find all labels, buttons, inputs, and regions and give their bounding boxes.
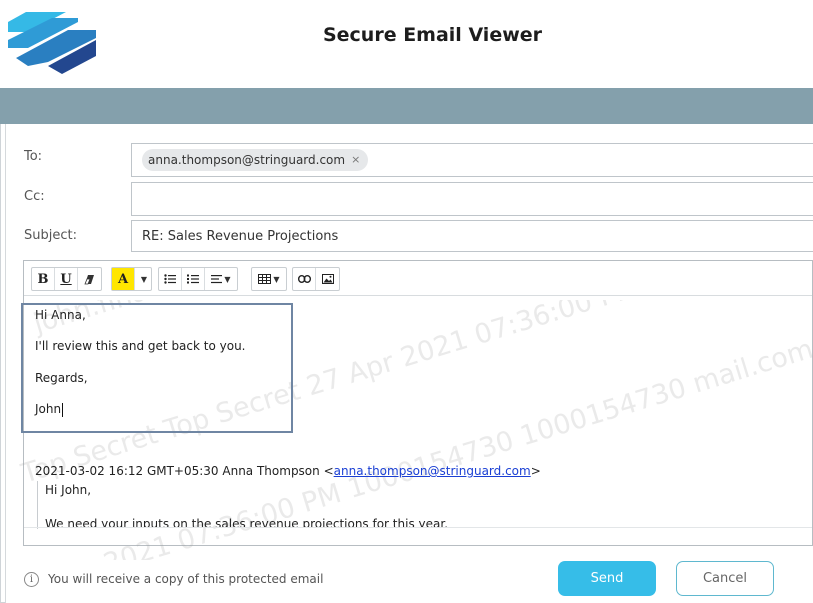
quoted-line: We need your inputs on the sales revenue… xyxy=(45,517,449,527)
to-label: To: xyxy=(24,149,43,164)
format-group: B U xyxy=(31,267,102,291)
bold-button[interactable]: B xyxy=(32,268,55,290)
text-cursor xyxy=(62,402,64,417)
quoted-clip: We need your inputs on the sales revenue… xyxy=(24,512,812,527)
quoted-header-suffix: > xyxy=(530,464,541,478)
highlight-dropdown-icon[interactable]: ▼ xyxy=(135,268,151,290)
quoted-sender-link[interactable]: anna.thompson@stringuard.com xyxy=(334,464,531,478)
list-group: ▼ xyxy=(158,267,238,291)
body-regards: Regards, xyxy=(35,371,88,385)
to-field[interactable]: anna.thompson@stringuard.com × xyxy=(131,143,813,177)
recipient-email: anna.thompson@stringuard.com xyxy=(148,153,346,167)
numbered-list-button[interactable] xyxy=(182,268,205,290)
app-header: Secure Email Viewer xyxy=(0,0,813,88)
body-line: I'll review this and get back to you. xyxy=(35,339,246,353)
quoted-header: 2021-03-02 16:12 GMT+05:30 Anna Thompson… xyxy=(35,464,541,478)
cancel-button[interactable]: Cancel xyxy=(676,561,774,596)
body-signature: John xyxy=(35,402,64,417)
copy-notice: You will receive a copy of this protecte… xyxy=(48,572,324,586)
editor-divider xyxy=(24,527,812,528)
body-greeting: Hi Anna, xyxy=(35,308,86,322)
send-button[interactable]: Send xyxy=(558,561,656,596)
eraser-icon[interactable] xyxy=(78,268,101,290)
bullet-list-button[interactable] xyxy=(159,268,182,290)
subject-label: Subject: xyxy=(24,228,77,243)
cc-label: Cc: xyxy=(24,189,45,204)
editor-toolbar: B U A ▼ ▼ ▼ xyxy=(24,261,812,296)
subject-input[interactable] xyxy=(142,221,742,253)
highlight-group: A ▼ xyxy=(111,267,152,291)
quoted-greeting: Hi John, xyxy=(45,483,92,497)
image-button[interactable] xyxy=(316,268,339,290)
subject-field[interactable] xyxy=(131,220,813,253)
signature-text: John xyxy=(35,402,62,416)
cc-field[interactable] xyxy=(131,182,813,216)
info-icon: i xyxy=(24,572,39,587)
header-band xyxy=(0,88,813,124)
align-dropdown[interactable]: ▼ xyxy=(205,268,237,290)
recipient-chip[interactable]: anna.thompson@stringuard.com × xyxy=(142,149,369,171)
quoted-header-prefix: 2021-03-02 16:12 GMT+05:30 Anna Thompson… xyxy=(35,464,334,478)
link-button[interactable] xyxy=(293,268,316,290)
table-dropdown[interactable]: ▼ xyxy=(252,268,286,290)
insert-group xyxy=(292,267,340,291)
remove-recipient-icon[interactable]: × xyxy=(351,149,360,171)
table-group: ▼ xyxy=(251,267,287,291)
highlight-color-button[interactable]: A xyxy=(112,268,135,290)
underline-button[interactable]: U xyxy=(55,268,78,290)
app-title: Secure Email Viewer xyxy=(322,24,543,46)
